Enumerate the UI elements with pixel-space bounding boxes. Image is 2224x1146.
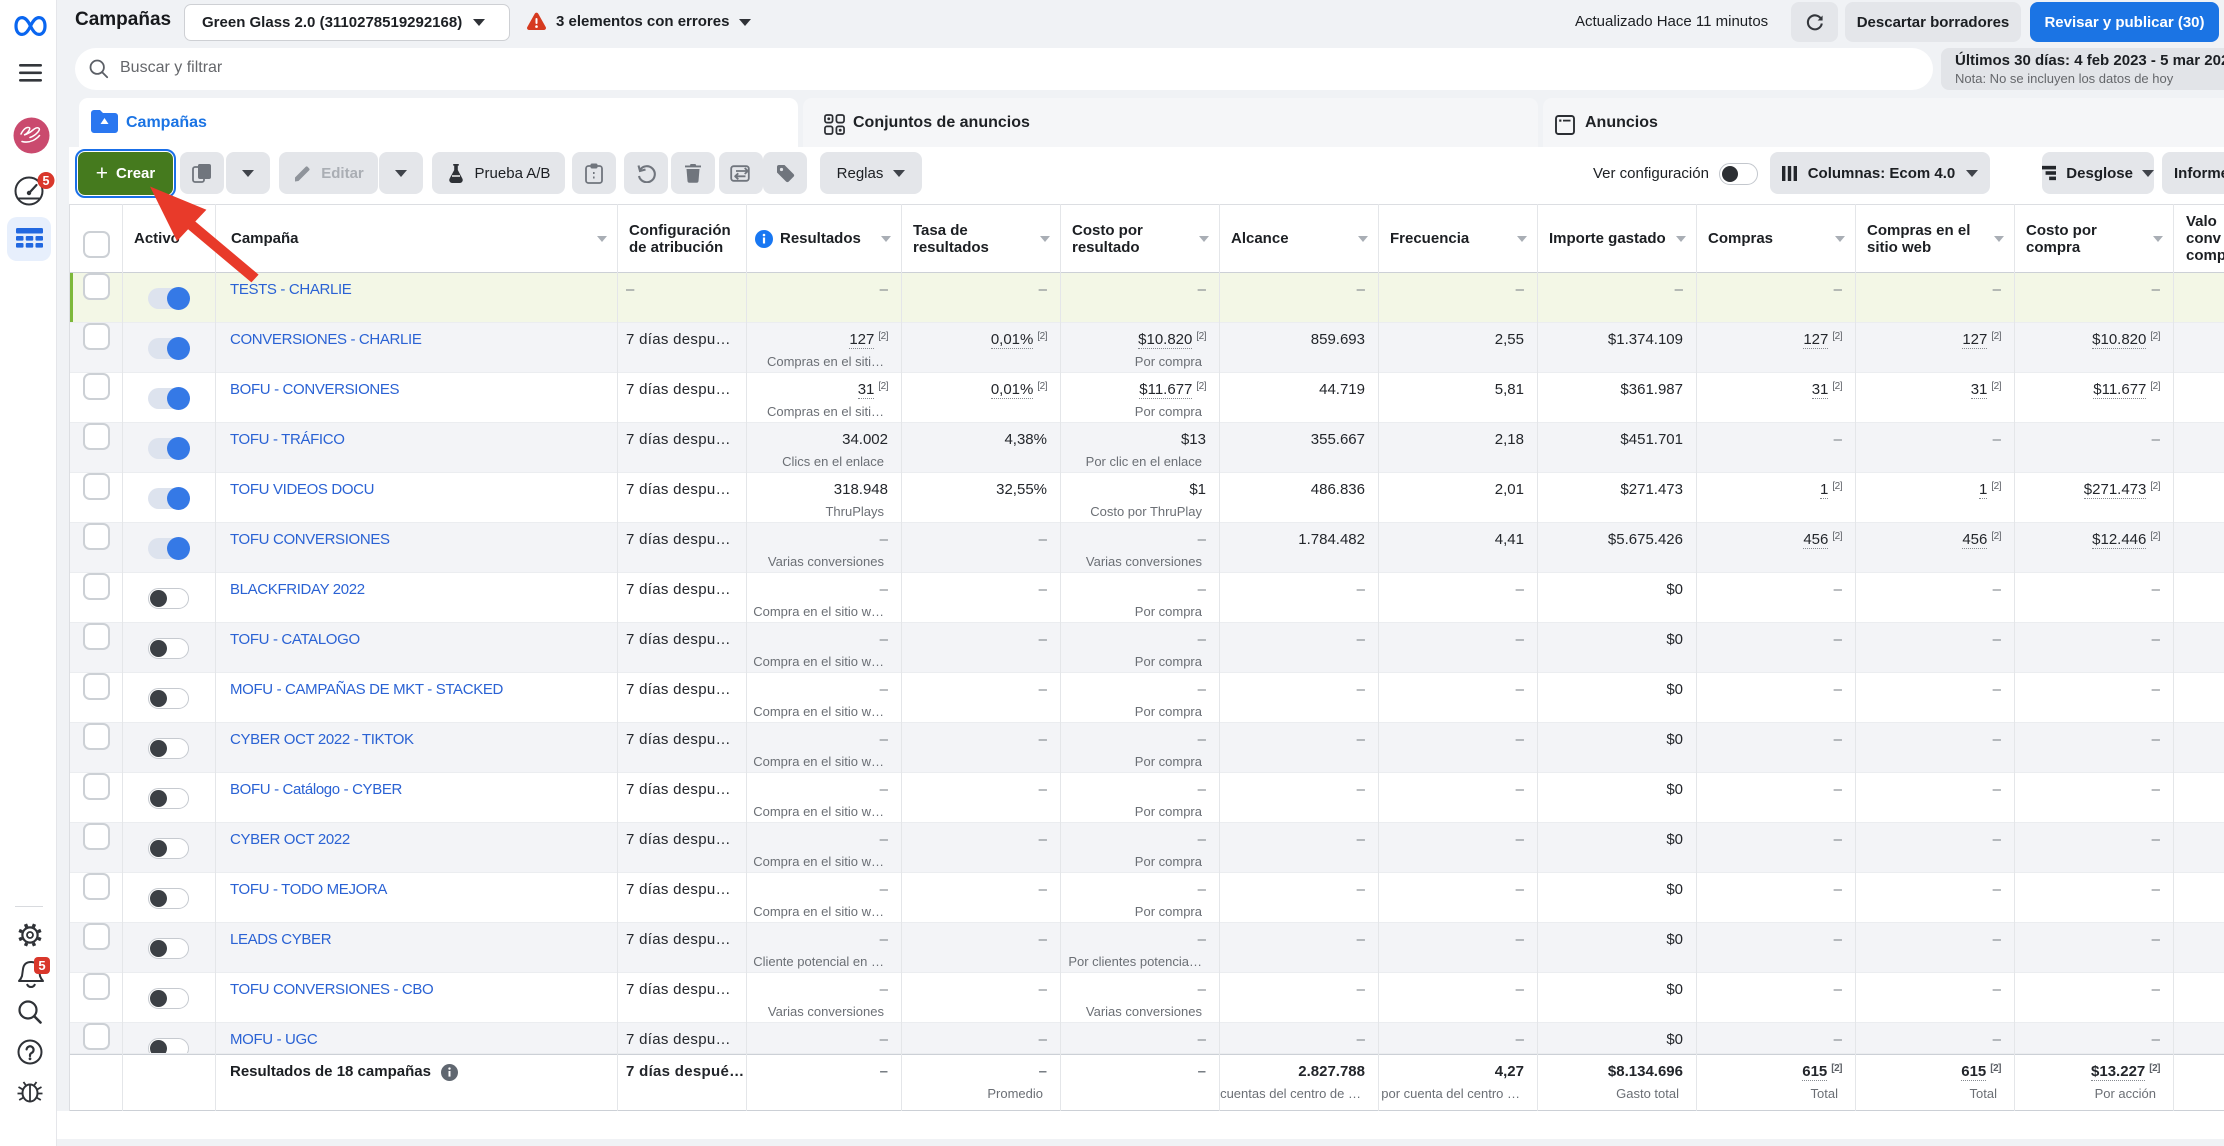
svg-text:5: 5 xyxy=(43,174,50,188)
svg-text:5: 5 xyxy=(38,958,45,973)
